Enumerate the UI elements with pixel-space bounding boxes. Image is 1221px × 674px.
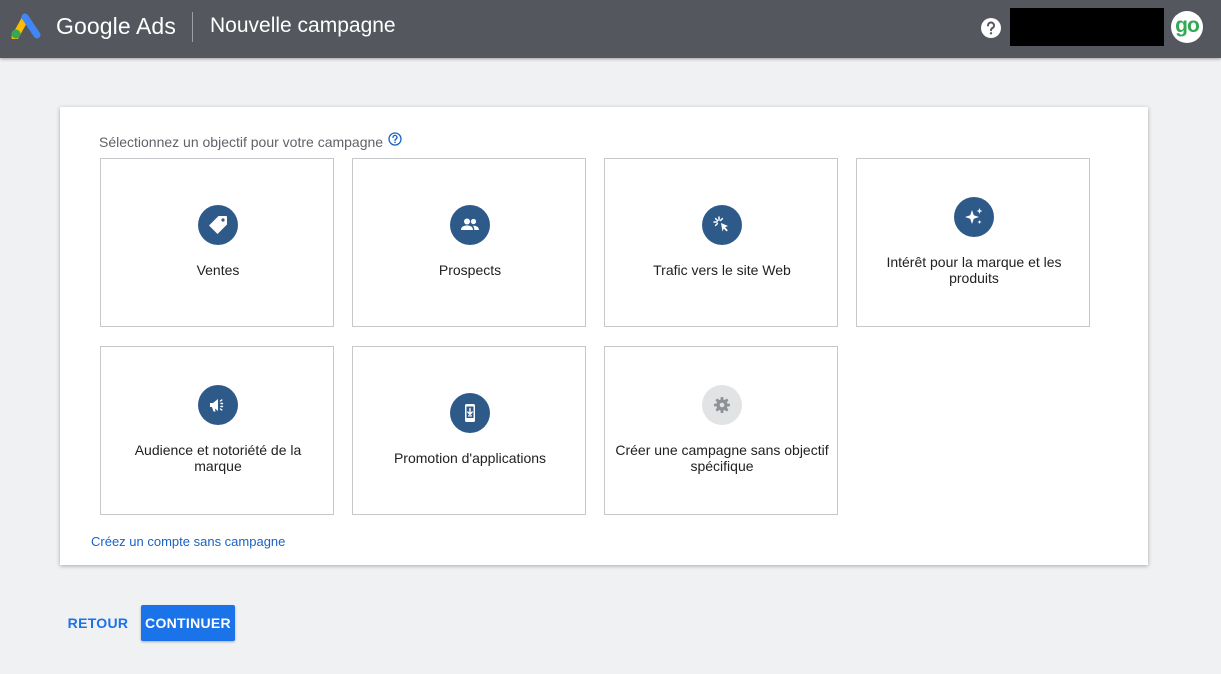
- objective-label: Audience et notoriété de la marque: [134, 442, 302, 474]
- objective-card: Sélectionnez un objectif pour votre camp…: [60, 107, 1148, 565]
- mobile-download-icon: [450, 393, 490, 433]
- header-divider: [192, 12, 193, 42]
- objective-label: Créer une campagne sans objectif spécifi…: [615, 442, 829, 474]
- continue-button[interactable]: CONTINUER: [141, 605, 235, 641]
- objective-tile-brand-awareness[interactable]: Audience et notoriété de la marque: [100, 346, 334, 515]
- tag-icon: [198, 205, 238, 245]
- cursor-click-icon: [702, 205, 742, 245]
- objective-tile-website-traffic[interactable]: Trafic vers le site Web: [604, 158, 838, 327]
- objective-label: Promotion d'applications: [393, 450, 547, 466]
- gear-icon: [702, 385, 742, 425]
- objective-tile-no-goal[interactable]: Créer une campagne sans objectif spécifi…: [604, 346, 838, 515]
- brand-name: Google Ads: [56, 13, 176, 39]
- megaphone-icon: [198, 385, 238, 425]
- objective-label: Prospects: [438, 262, 502, 278]
- avatar-text: go: [1175, 14, 1200, 37]
- people-icon: [450, 205, 490, 245]
- objective-tile-leads[interactable]: Prospects: [352, 158, 586, 327]
- help-icon[interactable]: [980, 17, 1002, 39]
- objective-tile-brand-interest[interactable]: Intérêt pour la marque et les produits: [856, 158, 1090, 327]
- google-ads-logo-icon[interactable]: [11, 13, 43, 39]
- create-account-without-campaign-link[interactable]: Créez un compte sans campagne: [91, 534, 285, 549]
- top-bar: Google Ads Nouvelle campagne go: [0, 0, 1221, 58]
- avatar[interactable]: go: [1171, 11, 1203, 43]
- objective-tile-app-promotion[interactable]: Promotion d'applications: [352, 346, 586, 515]
- objective-label: Ventes: [196, 262, 240, 278]
- back-button[interactable]: RETOUR: [62, 605, 134, 641]
- objective-label: Intérêt pour la marque et les produits: [886, 254, 1062, 286]
- account-info-redacted[interactable]: [1010, 8, 1164, 46]
- objective-label: Trafic vers le site Web: [653, 262, 791, 278]
- objective-tile-sales[interactable]: Ventes: [100, 158, 334, 327]
- page-title: Nouvelle campagne: [210, 14, 396, 37]
- help-icon[interactable]: [388, 132, 402, 146]
- sparkle-icon: [954, 197, 994, 237]
- objective-prompt: Sélectionnez un objectif pour votre camp…: [99, 134, 384, 150]
